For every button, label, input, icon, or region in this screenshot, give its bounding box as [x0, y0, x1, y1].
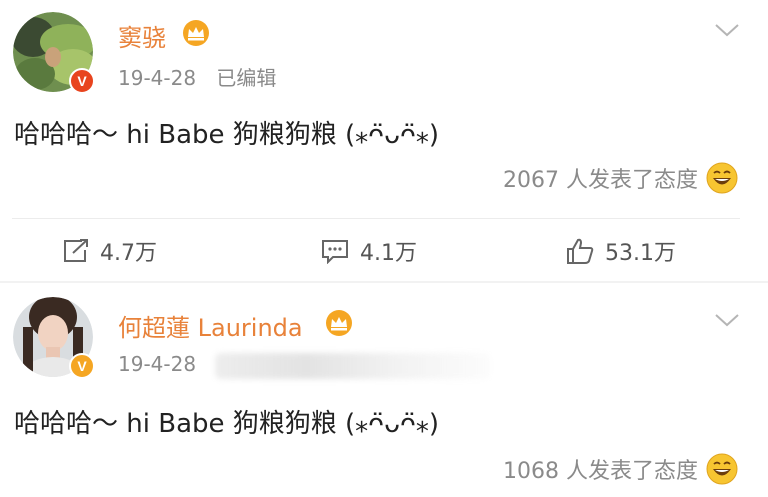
chevron-down-icon[interactable]	[714, 22, 740, 38]
crown-icon	[326, 310, 352, 336]
comment-count: 4.1万	[360, 241, 417, 266]
verified-badge-icon: V	[69, 68, 95, 94]
avatar[interactable]: V	[13, 297, 95, 379]
post-content: 哈哈哈～ hi Babe 狗粮狗粮 (⁎ᴖ̈ᴗᴖ̈⁎)	[14, 120, 440, 150]
edited-label: 已编辑	[216, 66, 277, 90]
post-date: 19-4-28	[118, 352, 197, 376]
reactions-summary[interactable]: 1068 人发表了态度	[503, 453, 738, 485]
reactions-count: 2067 人发表了态度	[503, 168, 698, 193]
weibo-post-1: V 窦骁 19-4-28 已编辑 哈哈哈～ hi Babe 狗粮狗粮 (⁎ᴖ̈ᴗ…	[0, 0, 768, 283]
comment-icon	[322, 240, 348, 264]
post-meta: 19-4-28	[118, 352, 210, 376]
like-button[interactable]: 53.1万	[565, 221, 676, 281]
username[interactable]: 窦骁	[118, 18, 166, 53]
reactions-count: 1068 人发表了态度	[503, 459, 698, 484]
reactions-summary[interactable]: 2067 人发表了态度	[503, 162, 738, 194]
verified-badge-icon: V	[69, 353, 95, 379]
repost-button[interactable]: 4.7万	[62, 221, 157, 281]
repost-count: 4.7万	[100, 241, 157, 266]
avatar[interactable]: V	[13, 12, 95, 94]
crown-icon	[183, 20, 209, 46]
repost-icon	[64, 239, 88, 262]
blurred-source-info	[215, 353, 490, 379]
thumbs-up-icon	[567, 238, 594, 264]
comment-button[interactable]: 4.1万	[320, 221, 417, 281]
weibo-post-2: V 何超蓮 Laurinda 19-4-28 哈哈哈～ hi Babe 狗粮狗粮…	[0, 283, 768, 497]
laughing-emoji-icon	[706, 162, 738, 194]
action-bar: 4.7万 4.1万 53.1万	[0, 221, 768, 281]
post-date: 19-4-28	[118, 66, 197, 90]
like-count: 53.1万	[605, 241, 676, 266]
chevron-down-icon[interactable]	[714, 312, 740, 328]
post-meta: 19-4-28 已编辑	[118, 62, 290, 91]
post-content: 哈哈哈～ hi Babe 狗粮狗粮 (⁎ᴖ̈ᴗᴖ̈⁎)	[14, 409, 440, 439]
laughing-emoji-icon	[706, 453, 738, 485]
username[interactable]: 何超蓮 Laurinda	[118, 308, 303, 343]
divider	[12, 218, 740, 219]
